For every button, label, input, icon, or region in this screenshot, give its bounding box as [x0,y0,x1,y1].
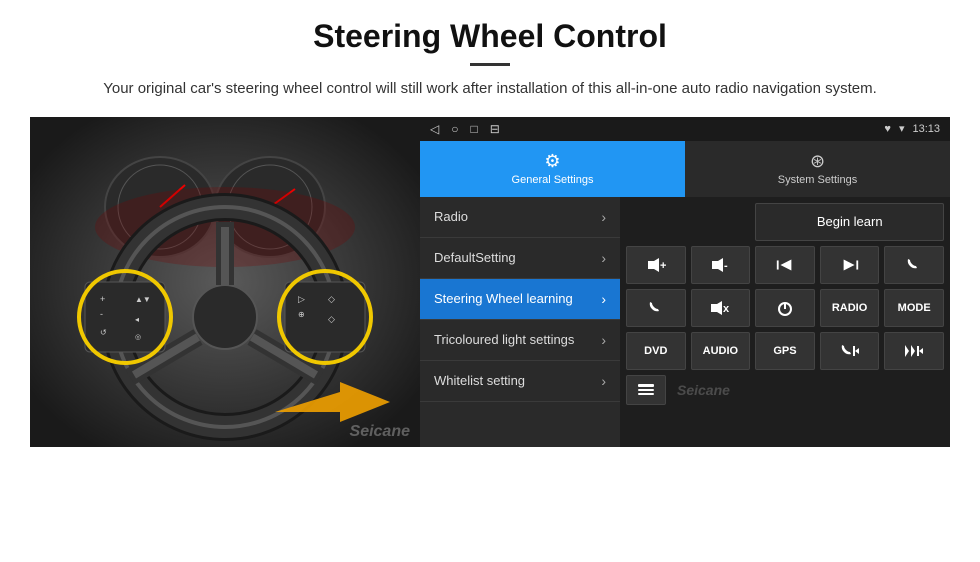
menu-tricoloured-label: Tricoloured light settings [434,332,601,347]
prev-track-button[interactable] [755,246,815,284]
svg-text:⊕: ⊕ [298,310,305,319]
menu-defaultsetting-label: DefaultSetting [434,250,601,265]
menu-item-radio[interactable]: Radio › [420,197,620,238]
btn-row-3: DVD AUDIO GPS [626,332,944,370]
svg-text:-: - [724,260,728,272]
menu-item-whitelist[interactable]: Whitelist setting › [420,361,620,402]
status-bar-right: ♥ ▾ 13:13 [884,122,940,135]
seicane-watermark: Seicane [671,375,944,405]
next-track-icon [840,257,860,273]
gps-button[interactable]: GPS [755,332,815,370]
menu-tricoloured-chevron: › [601,332,606,348]
mode-button[interactable]: MODE [884,289,944,327]
svg-text:-: - [100,309,103,319]
begin-learn-button[interactable]: Begin learn [755,203,944,241]
home-icon[interactable]: ○ [451,122,458,136]
menu-radio-label: Radio [434,209,601,224]
svg-text:▷: ▷ [298,294,305,304]
location-icon: ♥ [884,123,891,135]
btn-row-2: x RADIO MODE [626,289,944,327]
svg-text:◇: ◇ [328,314,335,324]
vol-up-button[interactable]: + [626,246,686,284]
system-settings-icon: ⊛ [810,151,825,172]
menu-steering-chevron: › [601,291,606,307]
begin-learn-row: Begin learn [626,203,944,241]
page-title: Steering Wheel Control [30,18,950,55]
car-image-container: + - ↺ ▲▼ ◂ ◎ ▷ ⊕ ◇ ◇ [30,117,420,447]
btn-row-1: + - [626,246,944,284]
call-end-icon [647,300,665,316]
right-panel: Begin learn + - [620,197,950,447]
menu-icon [637,383,655,397]
android-ui: ◁ ○ □ ⊟ ♥ ▾ 13:13 ⚙ General Settings [420,117,950,447]
title-divider [470,63,510,66]
call-prev-icon [839,343,861,359]
tab-system-label: System Settings [778,174,857,186]
dvd-button[interactable]: DVD [626,332,686,370]
screenshot-icon[interactable]: ⊟ [490,122,500,136]
vol-up-icon: + [646,257,666,273]
menu-radio-chevron: › [601,209,606,225]
mute-button[interactable]: x [691,289,751,327]
page-subtitle: Your original car's steering wheel contr… [30,78,950,101]
prev-next-icon [903,343,925,359]
steering-wheel-svg: + - ↺ ▲▼ ◂ ◎ ▷ ⊕ ◇ ◇ [30,117,420,447]
tab-system[interactable]: ⊛ System Settings [685,141,950,197]
content-area: + - ↺ ▲▼ ◂ ◎ ▷ ⊕ ◇ ◇ [30,117,950,447]
general-settings-icon: ⚙ [544,151,560,172]
menu-icon-button[interactable] [626,375,666,405]
begin-learn-spacer [626,203,750,241]
next-track-button[interactable] [820,246,880,284]
svg-text:◇: ◇ [328,294,335,304]
svg-text:↺: ↺ [100,328,107,337]
svg-text:x: x [723,303,730,315]
menu-item-defaultsetting[interactable]: DefaultSetting › [420,238,620,279]
svg-text:◂: ◂ [135,315,139,324]
recents-icon[interactable]: □ [470,122,477,136]
call-icon [905,257,923,273]
prev-track-icon [775,257,795,273]
menu-item-steering-wheel[interactable]: Steering Wheel learning › [420,279,620,320]
car-image-bg: + - ↺ ▲▼ ◂ ◎ ▷ ⊕ ◇ ◇ [30,117,420,447]
call-end-button[interactable] [626,289,686,327]
vol-down-button[interactable]: - [691,246,751,284]
tab-general[interactable]: ⚙ General Settings [420,141,685,197]
svg-text:◎: ◎ [135,334,141,341]
wifi-icon: ▾ [899,122,905,135]
status-bar: ◁ ○ □ ⊟ ♥ ▾ 13:13 [420,117,950,141]
menu-whitelist-chevron: › [601,373,606,389]
watermark: Seicane [350,423,410,441]
power-button[interactable] [755,289,815,327]
menu-defaultsetting-chevron: › [601,250,606,266]
left-menu: Radio › DefaultSetting › Steering Wheel … [420,197,620,447]
main-content: Radio › DefaultSetting › Steering Wheel … [420,197,950,447]
back-icon[interactable]: ◁ [430,122,439,136]
status-bar-left: ◁ ○ □ ⊟ [430,122,500,136]
mute-icon: x [709,300,731,316]
radio-button[interactable]: RADIO [820,289,880,327]
vol-down-icon: - [710,257,730,273]
page-container: Steering Wheel Control Your original car… [0,0,980,457]
svg-text:+: + [660,260,666,272]
tab-general-label: General Settings [512,174,594,186]
menu-item-tricoloured[interactable]: Tricoloured light settings › [420,320,620,361]
menu-whitelist-label: Whitelist setting [434,373,601,388]
menu-steering-label: Steering Wheel learning [434,291,601,306]
call-accept-button[interactable] [884,246,944,284]
top-tabs: ⚙ General Settings ⊛ System Settings [420,141,950,197]
call-prev-button[interactable] [820,332,880,370]
audio-button[interactable]: AUDIO [691,332,751,370]
time-display: 13:13 [912,123,940,135]
svg-text:▲▼: ▲▼ [135,295,151,304]
svg-text:+: + [100,294,105,304]
power-icon [776,299,794,317]
prev-next-button[interactable] [884,332,944,370]
btn-row-4: Seicane [626,375,944,405]
